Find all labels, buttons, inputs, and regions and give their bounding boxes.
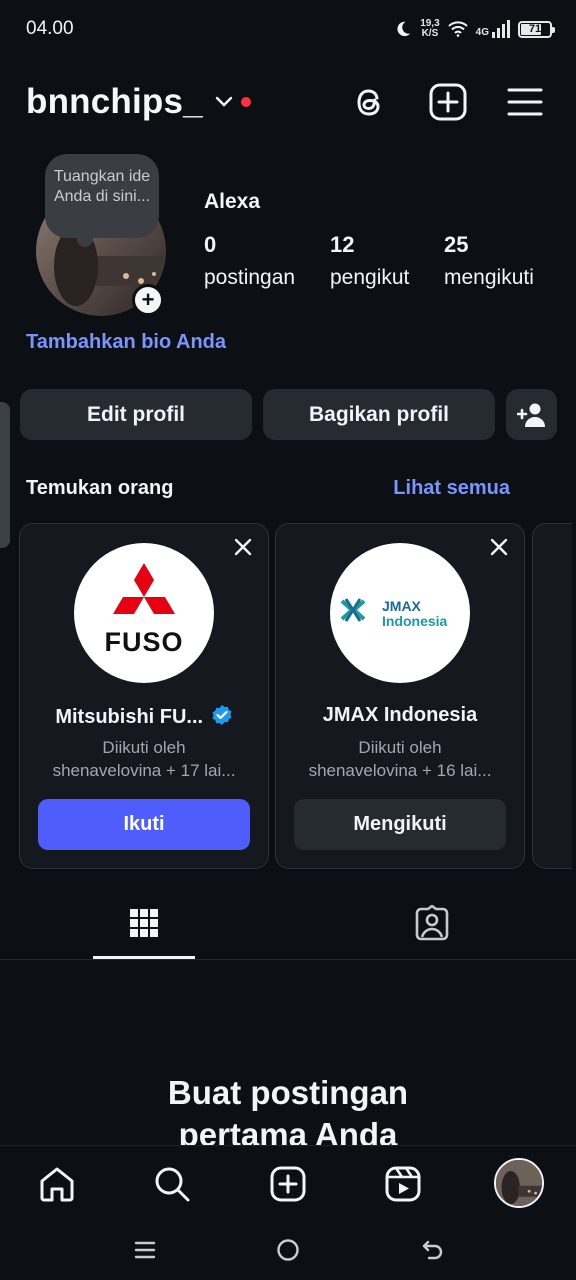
suggestion-card-partial[interactable] bbox=[532, 523, 572, 869]
nav-reels[interactable] bbox=[381, 1162, 425, 1206]
reels-icon bbox=[385, 1166, 421, 1202]
signal-bar bbox=[497, 28, 500, 38]
follow-button[interactable]: Ikuti bbox=[38, 799, 250, 850]
tab-tagged[interactable] bbox=[382, 888, 482, 958]
back-button[interactable] bbox=[418, 1235, 448, 1265]
tab-divider bbox=[0, 959, 576, 960]
suggestion-name: Mitsubishi FU... bbox=[20, 704, 268, 729]
suggestion-card[interactable]: FUSO Mitsubishi FU... Diikuti oleh shena… bbox=[19, 523, 269, 869]
discover-people-button[interactable] bbox=[506, 389, 557, 440]
create-icon bbox=[270, 1166, 306, 1202]
net-speed: 19,3 K/S bbox=[420, 18, 440, 39]
status-icons: 19,3 K/S 4G 71 bbox=[394, 15, 555, 43]
home-button[interactable] bbox=[273, 1235, 303, 1265]
tagged-icon bbox=[415, 905, 449, 941]
fuso-logo[interactable]: FUSO bbox=[74, 543, 214, 683]
profile-header: bnnchips_ bbox=[0, 78, 576, 128]
share-profile-button[interactable]: Bagikan profil bbox=[263, 389, 495, 440]
threads-icon[interactable] bbox=[350, 82, 390, 122]
profile-avatar bbox=[496, 1160, 542, 1206]
username: bnnchips_ bbox=[26, 82, 203, 121]
stat-posts[interactable]: 0 postingan bbox=[204, 232, 295, 290]
nav-create[interactable] bbox=[266, 1162, 310, 1206]
signal-bar bbox=[502, 24, 505, 38]
home-circle-icon bbox=[277, 1239, 299, 1261]
close-icon[interactable] bbox=[488, 536, 510, 558]
see-all-link[interactable]: Lihat semua bbox=[393, 477, 510, 500]
search-icon bbox=[155, 1167, 190, 1202]
mutual-followers: Diikuti oleh shenavelovina + 16 lai... bbox=[308, 738, 492, 780]
status-time: 04.00 bbox=[26, 18, 74, 39]
recents-icon bbox=[134, 1241, 156, 1259]
signal-bar bbox=[507, 20, 510, 38]
following-button[interactable]: Mengikuti bbox=[294, 799, 506, 850]
nav-profile-avatar[interactable] bbox=[494, 1158, 544, 1208]
nav-home[interactable] bbox=[35, 1162, 79, 1206]
tab-posts-grid[interactable] bbox=[94, 888, 194, 958]
suggestion-name: JMAX Indonesia bbox=[322, 704, 478, 726]
add-bio-link[interactable]: Tambahkan bio Anda bbox=[26, 331, 226, 354]
jmax-wordmark: JMAX Indonesia bbox=[382, 598, 448, 629]
recents-button[interactable] bbox=[130, 1235, 160, 1265]
notification-dot bbox=[240, 97, 251, 107]
mitsubishi-diamonds bbox=[113, 563, 175, 614]
edge-panel-handle[interactable] bbox=[0, 402, 10, 548]
nav-search[interactable] bbox=[150, 1162, 194, 1206]
jmax-logo[interactable]: JMAX Indonesia bbox=[330, 543, 470, 683]
discover-people-title: Temukan orang bbox=[26, 477, 174, 499]
edit-profile-button[interactable]: Edit profil bbox=[20, 389, 252, 440]
grid-icon bbox=[130, 909, 158, 937]
moon-icon bbox=[397, 21, 411, 37]
home-icon bbox=[40, 1167, 74, 1202]
menu-icon[interactable] bbox=[505, 82, 545, 122]
bottom-navigation bbox=[0, 1145, 576, 1225]
chevron-down-icon bbox=[215, 96, 233, 107]
system-navigation-bar bbox=[0, 1225, 576, 1280]
status-bar: 04.00 19,3 K/S 4G 71 bbox=[0, 0, 576, 58]
stat-following[interactable]: 25 mengikuti bbox=[444, 232, 534, 290]
close-icon[interactable] bbox=[232, 536, 254, 558]
back-icon bbox=[422, 1240, 443, 1260]
create-post-icon[interactable] bbox=[428, 82, 468, 122]
wifi-icon bbox=[447, 21, 468, 37]
note-bubble[interactable]: Tuangkan ide Anda di sini... bbox=[45, 154, 159, 247]
instagram-profile-screen: 04.00 19,3 K/S 4G 71 bnnchips_ Tuangkan … bbox=[0, 0, 576, 1280]
add-person-icon bbox=[516, 403, 545, 427]
fuso-wordmark: FUSO bbox=[104, 627, 184, 657]
account-switcher[interactable]: bnnchips_ bbox=[26, 82, 251, 122]
mutual-followers: Diikuti oleh shenavelovina + 17 lai... bbox=[52, 738, 236, 780]
empty-state-title: Buat postingan pertama Anda bbox=[167, 1074, 409, 1153]
suggestion-card[interactable]: JMAX Indonesia JMAX Indonesia Diikuti ol… bbox=[275, 523, 525, 869]
cellular-signal: 4G bbox=[476, 20, 510, 38]
battery-icon: 71 bbox=[518, 20, 555, 38]
display-name: Alexa bbox=[204, 190, 261, 213]
add-story-icon[interactable]: + bbox=[132, 284, 164, 316]
verified-badge-icon bbox=[212, 705, 232, 725]
stat-followers[interactable]: 12 pengikut bbox=[330, 232, 409, 290]
signal-bar bbox=[492, 32, 495, 38]
